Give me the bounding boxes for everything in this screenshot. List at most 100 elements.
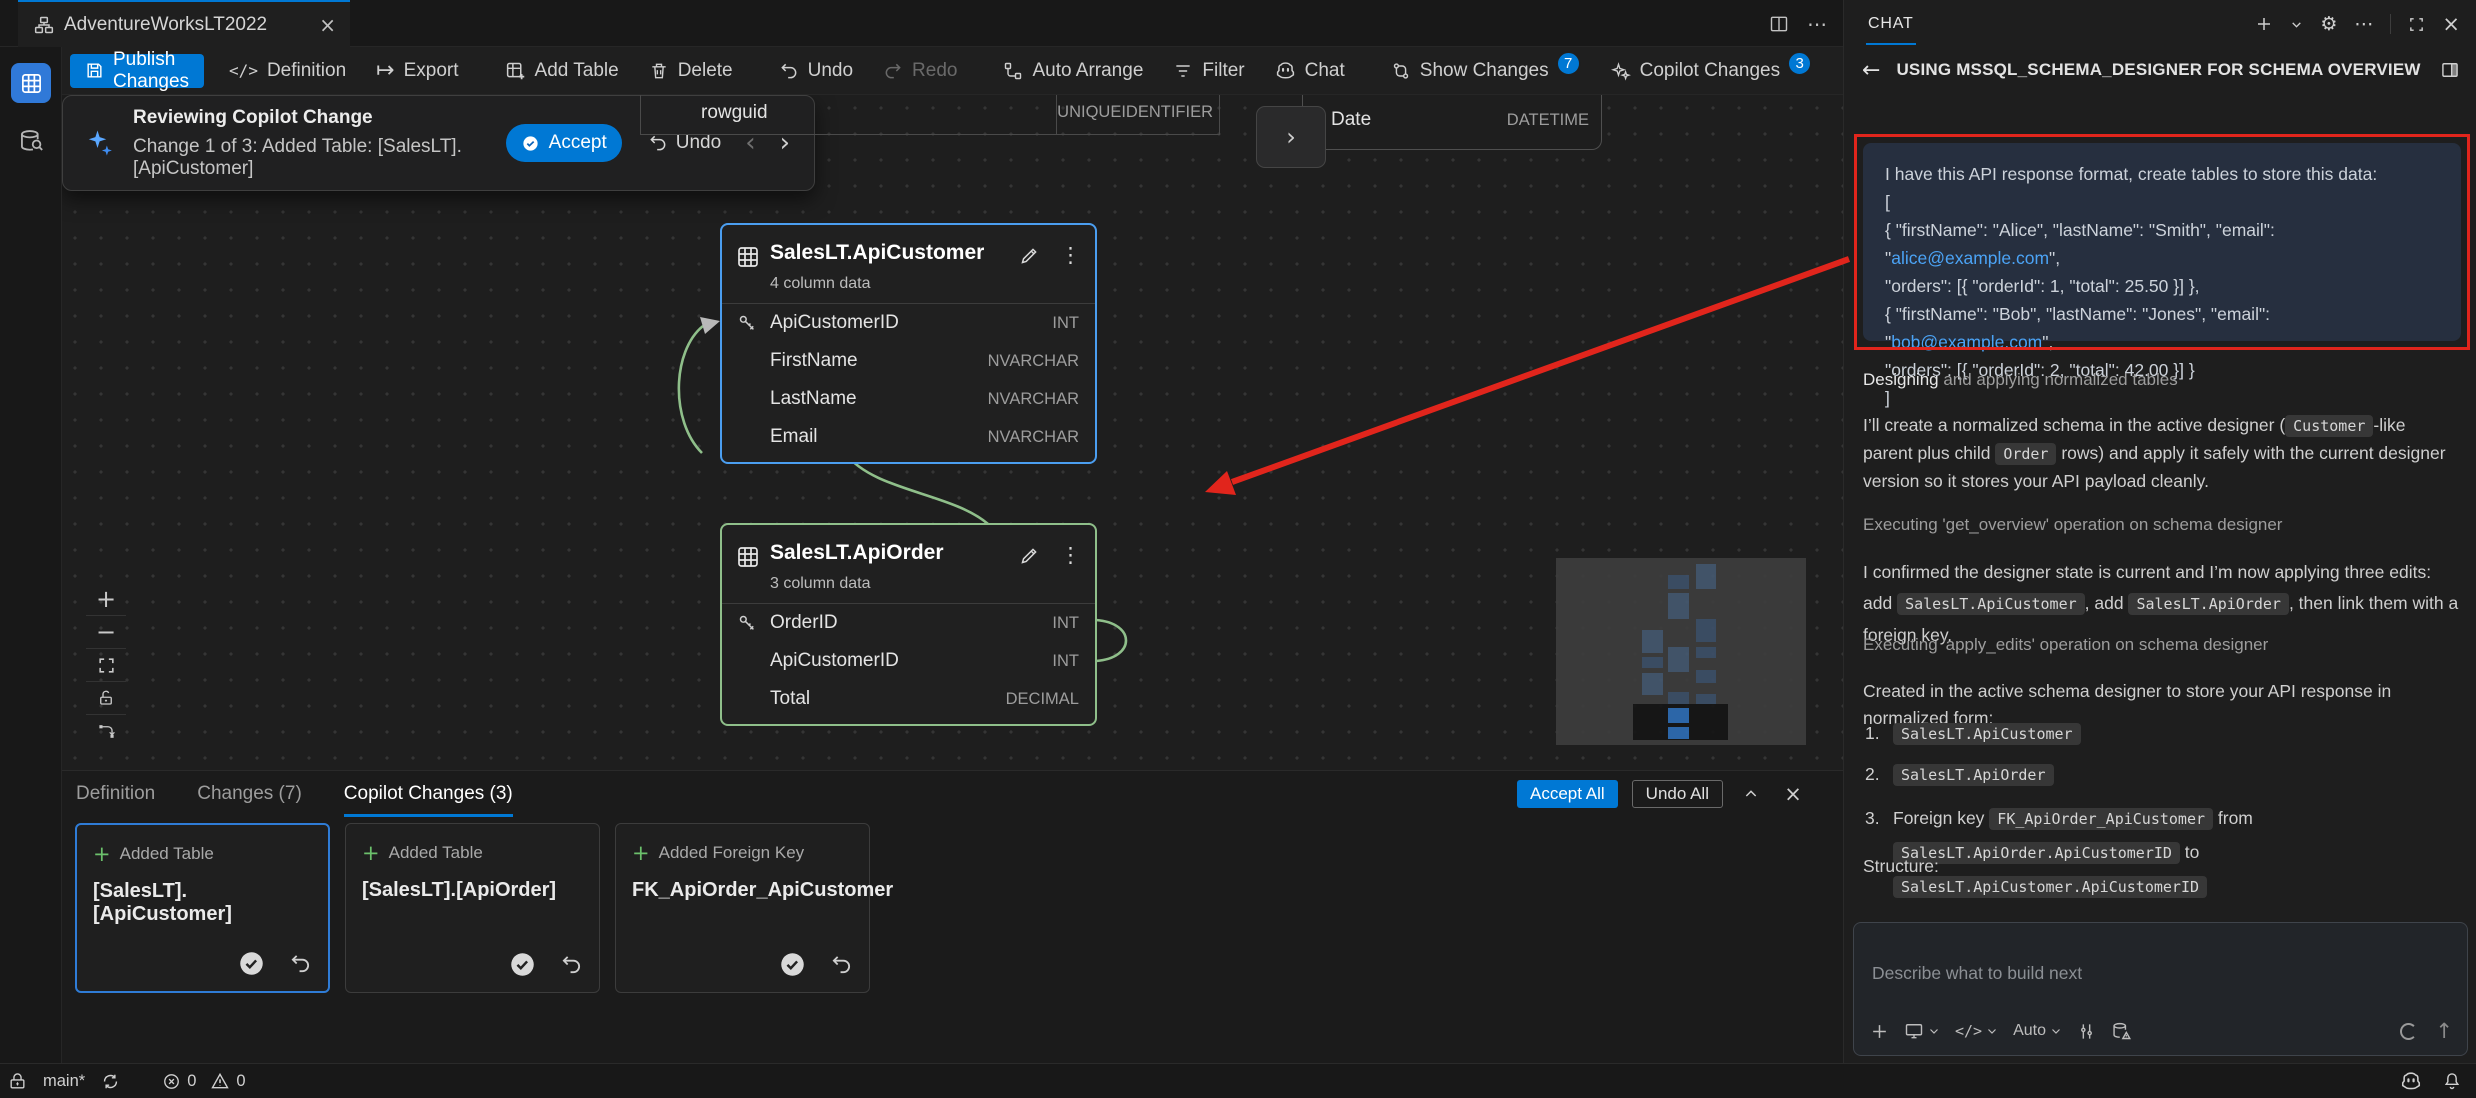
split-editor-icon[interactable] <box>1769 14 1789 34</box>
model-picker-dropdown[interactable]: Auto <box>2013 1022 2062 1040</box>
export-button[interactable]: ↦ Export <box>376 58 458 83</box>
copilot-status-icon[interactable] <box>2400 1070 2422 1092</box>
attach-context-icon[interactable] <box>1870 1022 1889 1041</box>
undo-change-icon[interactable] <box>560 953 583 976</box>
show-changes-button[interactable]: Show Changes 7 <box>1391 60 1581 82</box>
change-card-foreignkey[interactable]: +Added Foreign Key FK_ApiOrder_ApiCustom… <box>615 823 870 993</box>
chat-settings-gear-icon[interactable]: ⚙ <box>2320 13 2337 35</box>
tools-icon[interactable] <box>2077 1022 2096 1041</box>
chat-more-actions-icon[interactable]: ⋯ <box>2354 13 2373 35</box>
zoom-in-button[interactable]: + <box>86 583 126 616</box>
minimap[interactable] <box>1556 558 1806 745</box>
table-row[interactable]: ApiCustomerID INT <box>722 642 1095 680</box>
table-subtitle: 3 column data <box>770 575 1079 593</box>
tab-definition[interactable]: Definition <box>76 771 155 817</box>
maximize-panel-icon[interactable] <box>2408 16 2425 33</box>
tab-copilot-changes[interactable]: Copilot Changes (3) <box>344 771 513 817</box>
mode-code-dropdown[interactable]: </> <box>1955 1022 1998 1040</box>
workspace-trust-button[interactable] <box>8 1072 27 1091</box>
undo-button[interactable]: Undo <box>779 60 853 82</box>
undo-change-icon[interactable] <box>830 953 853 976</box>
problems-indicator[interactable]: 0 0 <box>162 1071 245 1091</box>
chat-tab[interactable]: CHAT <box>1866 3 1916 45</box>
changes-panel: Definition Changes (7) Copilot Changes (… <box>62 770 1843 1063</box>
undo-all-button[interactable]: Undo All <box>1632 780 1723 808</box>
delete-button[interactable]: Delete <box>649 60 733 82</box>
definition-button[interactable]: </> Definition <box>229 60 346 82</box>
primary-key-icon <box>736 312 758 334</box>
close-panel-icon[interactable]: × <box>2442 12 2460 36</box>
chevron-down-icon <box>1986 1025 1998 1037</box>
table-node-apiorder[interactable]: SalesLT.ApiOrder ⋮ 3 column data OrderID… <box>720 523 1097 726</box>
table-grid-icon <box>736 245 760 269</box>
chat-input-box[interactable]: </> Auto ↑ <box>1853 922 2468 1056</box>
tab-adventureworks[interactable]: AdventureWorksLT2022 × <box>18 0 350 47</box>
database-search-view-button[interactable] <box>15 125 47 157</box>
auto-arrange-button[interactable]: Auto Arrange <box>1003 60 1143 82</box>
copilot-changes-badge: 3 <box>1787 51 1812 76</box>
add-table-button[interactable]: Add Table <box>505 60 619 82</box>
added-plus-icon: + <box>632 841 650 865</box>
copilot-changes-button[interactable]: Copilot Changes 3 <box>1611 60 1812 82</box>
reroute-edges-button[interactable] <box>86 715 126 748</box>
undo-icon <box>779 61 799 81</box>
show-changes-badge: 7 <box>1556 51 1581 76</box>
chat-button[interactable]: Chat <box>1275 60 1345 82</box>
branch-indicator[interactable]: main* <box>43 1072 85 1091</box>
send-button[interactable]: ↑ <box>2435 1019 2453 1043</box>
edit-table-icon[interactable] <box>1019 545 1040 566</box>
progress-apply-edits: Executing 'apply_edits' operation on sch… <box>1863 631 2459 658</box>
edge-arrowhead <box>700 317 720 334</box>
new-chat-dropdown-icon[interactable] <box>2290 18 2303 31</box>
email-link[interactable]: bob@example.com <box>1891 332 2042 352</box>
accept-change-icon[interactable] <box>509 951 536 978</box>
accept-change-icon[interactable] <box>779 951 806 978</box>
chat-input[interactable] <box>1872 963 2432 984</box>
change-card-apicustomer[interactable]: +Added Table [SalesLT].[ApiCustomer] <box>75 823 330 993</box>
fit-view-button[interactable] <box>86 649 126 682</box>
table-row[interactable]: ApiCustomerID INT <box>722 304 1095 342</box>
code-chip: Order <box>1995 443 2056 465</box>
screen-context-dropdown[interactable] <box>1904 1021 1940 1041</box>
filter-icon <box>1173 61 1193 81</box>
email-link[interactable]: alice@example.com <box>1891 248 2049 268</box>
unlock-button[interactable] <box>86 682 126 715</box>
change-card-apiorder[interactable]: +Added Table [SalesLT].[ApiOrder] <box>345 823 600 993</box>
close-panel-icon[interactable]: × <box>1779 780 1807 808</box>
redo-button[interactable]: Redo <box>883 60 957 82</box>
accept-change-icon[interactable] <box>238 950 265 977</box>
table-menu-icon[interactable]: ⋮ <box>1060 543 1081 567</box>
editor-more-actions-icon[interactable]: ⋯ <box>1807 12 1827 36</box>
change-name: [SalesLT].[ApiCustomer] <box>93 880 312 926</box>
collapse-panel-icon[interactable] <box>1737 780 1765 808</box>
open-in-editor-icon[interactable] <box>2440 60 2460 80</box>
zoom-out-button[interactable]: − <box>86 616 126 649</box>
code-chip: SalesLT.ApiCustomer <box>1897 593 2085 615</box>
back-arrow-icon[interactable]: ← <box>1862 58 1880 83</box>
chat-panel: CHAT ⚙ ⋯ × ← USING MSSQL_SCHEMA_DESIGNER… <box>1843 0 2476 1063</box>
show-changes-icon <box>1391 61 1411 81</box>
schema-designer-view-button[interactable] <box>11 63 51 103</box>
sync-icon[interactable] <box>101 1072 120 1091</box>
table-row[interactable]: LastName NVARCHAR <box>722 380 1095 418</box>
publish-changes-button[interactable]: Publish Changes <box>70 54 204 88</box>
database-warning-icon[interactable] <box>2111 1021 2132 1042</box>
table-node-apicustomer[interactable]: SalesLT.ApiCustomer ⋮ 4 column data ApiC… <box>720 223 1097 464</box>
table-menu-icon[interactable]: ⋮ <box>1060 243 1081 267</box>
table-row[interactable]: Total DECIMAL <box>722 680 1095 718</box>
tab-title: AdventureWorksLT2022 <box>64 14 267 36</box>
edit-table-icon[interactable] <box>1019 245 1040 266</box>
tab-close-icon[interactable]: × <box>319 13 336 37</box>
table-row[interactable]: OrderID INT <box>722 604 1095 642</box>
trash-icon <box>649 61 669 81</box>
primary-key-icon <box>736 612 758 634</box>
filter-button[interactable]: Filter <box>1173 60 1244 82</box>
tab-changes[interactable]: Changes (7) <box>197 771 302 817</box>
undo-change-icon[interactable] <box>289 952 312 975</box>
schema-canvas[interactable]: rowguid UNIQUEIDENTIFIER Date DATETIME ›… <box>62 95 1843 770</box>
accept-all-button[interactable]: Accept All <box>1517 780 1618 808</box>
table-row[interactable]: FirstName NVARCHAR <box>722 342 1095 380</box>
table-row[interactable]: Email NVARCHAR <box>722 418 1095 456</box>
notifications-bell-icon[interactable] <box>2442 1071 2462 1091</box>
new-chat-icon[interactable] <box>2255 15 2273 33</box>
